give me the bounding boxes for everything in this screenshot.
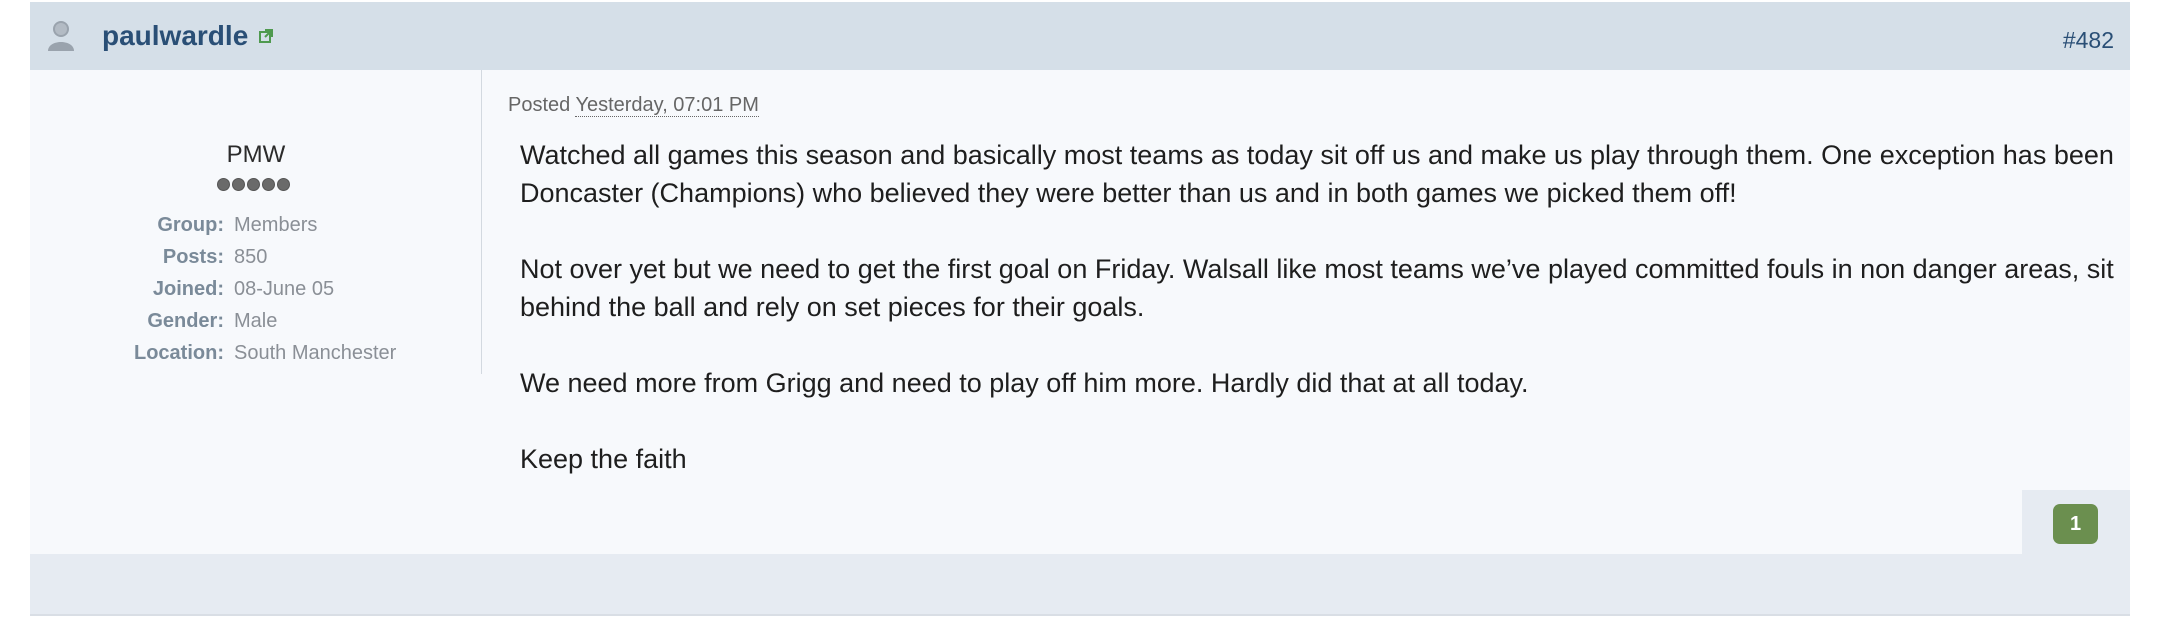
rank-pip <box>262 178 275 191</box>
info-label: Posts: <box>162 246 224 268</box>
rank-pip <box>217 178 230 191</box>
info-row-location: Location: South Manchester <box>30 338 482 368</box>
external-link-icon[interactable] <box>259 29 273 43</box>
posted-date: Yesterday, 07:01 PM <box>575 94 759 117</box>
info-row-group: Group: Members <box>30 210 482 240</box>
info-row-joined: Joined: 08-June 05 <box>30 274 482 304</box>
member-title: PMW <box>226 141 286 168</box>
posted-timestamp: Posted Yesterday, 07:01 PM <box>508 92 759 118</box>
post-paragraph: Watched all games this season and basica… <box>520 140 2114 208</box>
rank-pip <box>232 178 245 191</box>
author-username-link[interactable]: paulwardle <box>102 19 248 53</box>
rank-pip <box>277 178 290 191</box>
info-label: Joined: <box>152 278 224 300</box>
info-label: Group: <box>157 214 224 236</box>
post-header: paulwardle #482 <box>30 2 2130 70</box>
post-paragraph: Keep the faith <box>520 444 687 474</box>
info-value: Members <box>234 214 318 236</box>
info-value: 08-June 05 <box>234 278 335 300</box>
rank-pips <box>217 178 290 191</box>
info-value: Male <box>234 310 278 332</box>
posted-prefix: Posted <box>508 94 571 116</box>
post-body: Watched all games this season and basica… <box>520 136 2120 516</box>
author-info-panel: PMW Group: Members Posts: 850 Joined: 08… <box>30 70 482 374</box>
info-label: Location: <box>134 342 224 364</box>
user-silhouette-icon[interactable] <box>46 19 76 53</box>
info-row-gender: Gender: Male <box>30 306 482 336</box>
post-number-link[interactable]: #482 <box>2063 26 2114 54</box>
reputation-badge[interactable]: 1 <box>2053 504 2098 544</box>
rank-pip <box>247 178 260 191</box>
post-footer <box>30 554 2130 614</box>
forum-post: paulwardle #482 PMW Group: Members Posts… <box>30 2 2130 616</box>
info-label: Gender: <box>147 310 224 332</box>
info-value: South Manchester <box>234 342 397 364</box>
info-value: 850 <box>234 246 268 268</box>
post-paragraph: We need more from Grigg and need to play… <box>520 368 1529 398</box>
info-row-posts: Posts: 850 <box>30 242 482 272</box>
post-paragraph: Not over yet but we need to get the firs… <box>520 254 2114 322</box>
